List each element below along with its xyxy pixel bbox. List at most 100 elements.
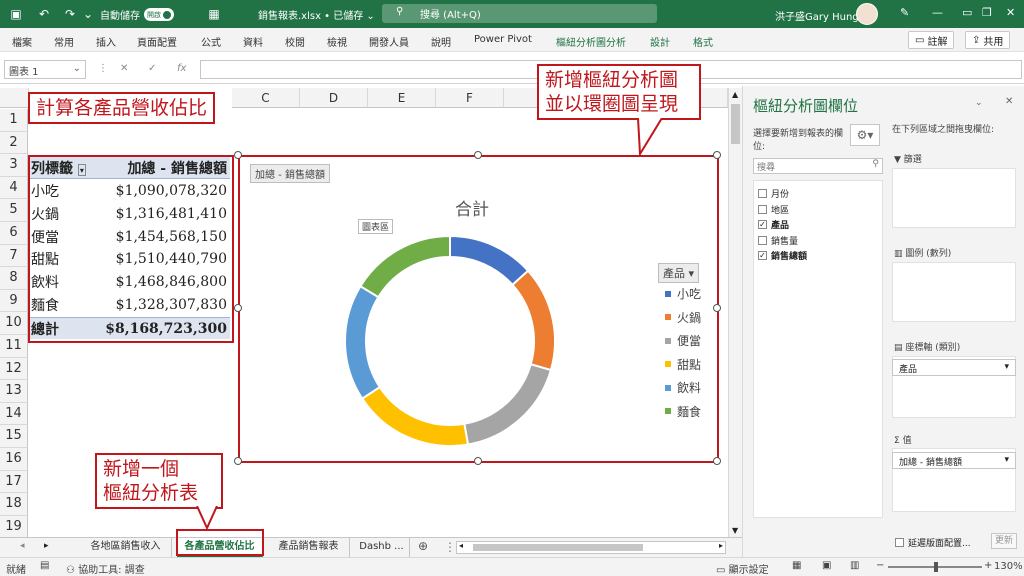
legend-item[interactable]: 甜點: [665, 356, 701, 373]
resize-handle[interactable]: [713, 457, 721, 465]
scroll-thumb[interactable]: [473, 544, 643, 551]
checkbox[interactable]: [758, 189, 767, 198]
tab-page-layout[interactable]: 頁面配置: [137, 34, 177, 49]
function-icon[interactable]: fx: [177, 63, 186, 74]
check-icon[interactable]: ✓: [148, 63, 156, 74]
tab-data[interactable]: 資料: [243, 34, 263, 49]
gear-icon[interactable]: ⚙▾: [850, 124, 880, 146]
tab-view[interactable]: 檢視: [327, 34, 347, 49]
avatar[interactable]: [856, 3, 878, 25]
scroll-thumb[interactable]: [731, 104, 740, 144]
tab-power-pivot[interactable]: Power Pivot: [474, 34, 532, 45]
pivot-chart[interactable]: 加總 - 銷售總額 合計 圖表區 產品 ▾ 小吃 火鍋 便當 甜點 飲料 麵食: [240, 157, 717, 461]
close-icon[interactable]: ✕: [1005, 96, 1013, 107]
row-header[interactable]: 3: [0, 154, 28, 177]
pen-icon[interactable]: ✎: [900, 6, 909, 19]
donut-slice-火鍋[interactable]: [511, 269, 556, 372]
select-all-corner[interactable]: [0, 88, 29, 108]
legend-item[interactable]: 便當: [665, 332, 701, 349]
tab-formulas[interactable]: 公式: [201, 34, 221, 49]
row-header[interactable]: 19: [0, 515, 28, 539]
tab-developer[interactable]: 開發人員: [369, 34, 409, 49]
autosave-switch[interactable]: 開啟: [144, 8, 174, 21]
row-header[interactable]: 2: [0, 131, 28, 155]
row-header[interactable]: 18: [0, 493, 28, 516]
donut-slice-小吃[interactable]: [449, 234, 530, 287]
zoom-slider[interactable]: [888, 562, 982, 572]
row-header[interactable]: 12: [0, 357, 28, 381]
save-icon[interactable]: ▣: [8, 6, 24, 22]
legend-area[interactable]: [892, 262, 1016, 322]
defer-layout-checkbox[interactable]: 延遲版面配置...: [895, 536, 971, 549]
row-header[interactable]: 15: [0, 425, 28, 448]
row-header[interactable]: 16: [0, 448, 28, 471]
scroll-right-icon[interactable]: ▸: [719, 541, 723, 550]
row-header[interactable]: 17: [0, 470, 28, 494]
checkbox[interactable]: [758, 235, 767, 245]
tab-insert[interactable]: 插入: [96, 34, 116, 49]
tab-home[interactable]: 常用: [54, 34, 74, 49]
zoom-thumb[interactable]: [934, 562, 938, 572]
field-search-input[interactable]: 搜尋 ⚲: [753, 158, 883, 174]
row-header[interactable]: 13: [0, 380, 28, 403]
tab-format[interactable]: 格式: [693, 34, 713, 49]
resize-handle[interactable]: [474, 151, 482, 159]
comments-button[interactable]: ▭ 註解: [908, 31, 955, 49]
prev-sheet-icon[interactable]: ◂: [20, 541, 25, 551]
name-box[interactable]: 圖表 1 ⌄: [4, 60, 86, 79]
column-header[interactable]: E: [368, 88, 436, 108]
resize-handle[interactable]: [234, 457, 242, 465]
vertical-scrollbar[interactable]: ▲ ▼: [728, 88, 742, 537]
accessibility-status[interactable]: ⚇ 協助工具: 調查: [66, 561, 145, 576]
quick-access-dropdown-icon[interactable]: ⌄: [80, 6, 96, 22]
sheet-tab[interactable]: 產品銷售報表: [268, 538, 350, 557]
resize-handle[interactable]: [474, 457, 482, 465]
scroll-left-icon[interactable]: ◂: [459, 541, 463, 550]
field-item[interactable]: 月份: [758, 187, 789, 200]
row-header[interactable]: 1: [0, 109, 28, 132]
zoom-in-icon[interactable]: +: [984, 560, 992, 571]
scroll-down-icon[interactable]: ▼: [732, 526, 738, 535]
resize-handle[interactable]: [713, 304, 721, 312]
zoom-out-icon[interactable]: −: [876, 560, 884, 571]
autosave-toggle[interactable]: 自動儲存 開啟: [100, 7, 174, 22]
column-header[interactable]: F: [436, 88, 504, 108]
row-header[interactable]: 5: [0, 199, 28, 222]
row-header[interactable]: 6: [0, 222, 28, 245]
user-name[interactable]: 洪子盛Gary Hung: [775, 8, 859, 23]
field-item[interactable]: ✓ 產品: [758, 218, 789, 231]
file-name[interactable]: 銷售報表.xlsx • 已儲存 ⌄: [258, 7, 375, 22]
page-break-icon[interactable]: ▥: [850, 560, 859, 571]
normal-view-icon[interactable]: ▦: [792, 560, 801, 571]
filters-area[interactable]: [892, 168, 1016, 228]
restore-icon[interactable]: ❐: [982, 6, 992, 19]
search-box[interactable]: ⚲ 搜尋 (Alt+Q): [382, 4, 657, 23]
zoom-level[interactable]: 130%: [994, 561, 1023, 572]
column-header[interactable]: C: [232, 88, 300, 108]
values-field-chip[interactable]: 加總 - 銷售總額 ▾: [892, 452, 1016, 469]
row-header[interactable]: 11: [0, 335, 28, 358]
row-header[interactable]: 8: [0, 267, 28, 290]
tab-file[interactable]: 檔案: [12, 34, 32, 49]
sheet-tab[interactable]: 各地區銷售收入: [80, 538, 172, 557]
checkbox-checked[interactable]: ✓: [758, 251, 767, 260]
horizontal-scrollbar[interactable]: ◂ ▸: [456, 541, 726, 554]
scroll-up-icon[interactable]: ▲: [732, 90, 738, 99]
checkbox-checked[interactable]: ✓: [758, 220, 767, 229]
next-sheet-icon[interactable]: ▸: [44, 541, 49, 551]
legend-item[interactable]: 麵食: [665, 403, 701, 420]
sheet-tab[interactable]: Dashb ...: [354, 538, 410, 557]
undo-icon[interactable]: ↶: [36, 6, 52, 22]
legend-item[interactable]: 火鍋: [665, 309, 701, 326]
redo-icon[interactable]: ↷: [62, 6, 78, 22]
field-item[interactable]: 地區: [758, 203, 789, 216]
tab-help[interactable]: 說明: [431, 34, 451, 49]
display-settings[interactable]: ▭ 顯示設定: [716, 561, 769, 576]
donut-slice-甜點[interactable]: [360, 385, 470, 447]
row-header[interactable]: 4: [0, 176, 28, 200]
donut-slice-便當[interactable]: [463, 362, 553, 446]
tab-design[interactable]: 設計: [650, 34, 670, 49]
legend-item[interactable]: 小吃: [665, 285, 701, 302]
macro-icon[interactable]: ▤: [40, 560, 49, 571]
minimize-icon[interactable]: —: [932, 6, 943, 19]
